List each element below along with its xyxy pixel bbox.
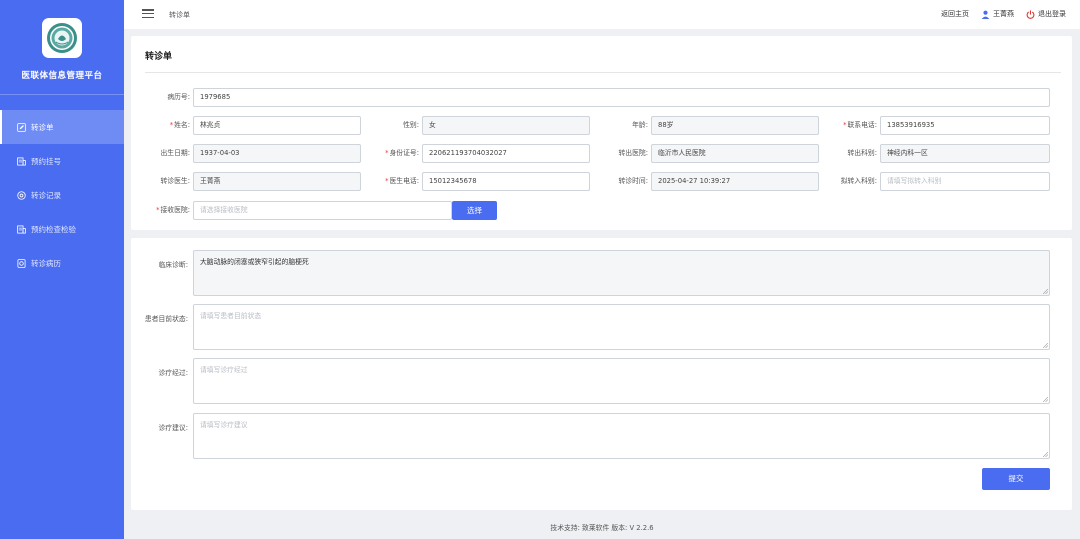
required-mark: * [385,177,389,185]
register-icon [17,156,26,166]
advice-placeholder: 请填写诊疗建议 [200,421,248,429]
gender-field[interactable]: 女 [422,116,590,135]
required-mark: * [843,121,847,129]
power-icon [1026,9,1035,19]
medical-record-label: 病历号: [167,93,190,101]
select-hospital-button[interactable]: 选择 [452,201,497,220]
home-link[interactable]: 返回主页 [941,9,969,19]
submit-button[interactable]: 提交 [982,468,1050,490]
phone-field[interactable]: 13853916935 [880,116,1050,135]
birth-field[interactable]: 1937-04-03 [193,144,361,163]
target-dept-input[interactable]: 请填写拟转入科别 [880,172,1050,191]
birth-label: 出生日期: [160,149,190,157]
age-field[interactable]: 88岁 [651,116,819,135]
breadcrumb: 转诊单 [169,11,190,19]
status-placeholder: 请填写患者目前状态 [200,312,262,320]
age-label: 年龄: [632,121,648,129]
name-label: *姓名: [169,121,190,129]
logout-label: 退出登录 [1038,10,1066,18]
user-name: 王菁燕 [993,10,1014,18]
name-field[interactable]: 林兆贞 [193,116,361,135]
target-hospital-input[interactable]: 请选择接收医院 [193,201,452,220]
sidebar: 医联体信息管理平台 转诊单 预约挂号 转诊记录 预约检查检验 转诊病历 [0,0,124,539]
sidebar-item-exam-booking[interactable]: 预约检查检验 [0,212,124,246]
page-title: 转诊单 [145,52,173,62]
sidebar-divider [0,94,124,95]
gender-label: 性别: [403,121,419,129]
status-textarea[interactable]: 请填写患者目前状态 [193,304,1050,350]
sidebar-item-label: 转诊记录 [31,190,61,200]
id-label: *身份证号: [385,149,419,157]
doctor-phone-field[interactable]: 15012345678 [422,172,590,191]
phone-label: *联系电话: [843,121,877,129]
resize-handle-icon[interactable] [1043,397,1048,402]
home-link-label: 返回主页 [941,10,969,18]
user-icon [981,10,990,19]
medical-record-field[interactable]: 1979685 [193,88,1050,107]
from-hospital-field[interactable]: 临沂市人民医院 [651,144,819,163]
required-mark: * [169,121,174,129]
diagnosis-label: 临床诊断: [158,261,188,269]
sidebar-item-label: 预约挂号 [31,156,61,166]
logout-link[interactable]: 退出登录 [1026,9,1066,19]
resize-handle-icon[interactable] [1043,343,1048,348]
sidebar-item-label: 预约检查检验 [31,224,76,234]
advice-label: 诊疗建议: [158,424,188,432]
top-actions: 返回主页 王菁燕 退出登录 [929,9,1066,19]
status-label: 患者目前状态: [144,315,188,323]
sidebar-item-label: 转诊病历 [31,258,61,268]
edit-icon [17,122,26,132]
id-field[interactable]: 220621193704032027 [422,144,590,163]
referral-time-label: 转诊时间: [618,177,648,185]
target-hospital-label: *接收医院: [156,206,190,214]
top-bar: 转诊单 返回主页 王菁燕 退出登录 [124,0,1080,29]
required-mark: * [156,206,160,214]
from-dept-field[interactable]: 神经内科一区 [880,144,1050,163]
sidebar-item-referral-case[interactable]: 转诊病历 [0,246,124,280]
advice-textarea[interactable]: 请填写诊疗建议 [193,413,1050,459]
sidebar-item-referral-form[interactable]: 转诊单 [0,110,124,144]
platform-title: 医联体信息管理平台 [21,71,103,81]
case-icon [17,258,26,268]
referral-info-panel: 转诊单 病历号: 1979685 *姓名: 林兆贞 性别: 女 年龄: 88岁 … [131,36,1072,230]
from-hospital-label: 转出医院: [618,149,648,157]
title-divider [145,72,1061,73]
diagnosis-text: 大脑动脉的闭塞或狭窄引起的脑梗死 [200,258,309,266]
process-label: 诊疗经过: [158,369,188,377]
referral-time-field[interactable]: 2025-04-27 10:39:27 [651,172,819,191]
from-dept-label: 转出科别: [847,149,877,157]
clinical-info-panel: 临床诊断: 大脑动脉的闭塞或狭窄引起的脑梗死 患者目前状态: 请填写患者目前状态… [131,238,1072,510]
process-textarea[interactable]: 请填写诊疗经过 [193,358,1050,404]
resize-handle-icon[interactable] [1043,452,1048,457]
sidebar-nav: 转诊单 预约挂号 转诊记录 预约检查检验 转诊病历 [0,110,124,280]
sidebar-item-referral-records[interactable]: 转诊记录 [0,178,124,212]
required-mark: * [385,149,389,157]
doctor-field[interactable]: 王菁燕 [193,172,361,191]
platform-logo [42,18,82,58]
menu-toggle-icon[interactable] [142,9,154,19]
doctor-phone-label: *医生电话: [385,177,419,185]
target-dept-label: 拟转入科别: [840,177,877,185]
diagnosis-textarea[interactable]: 大脑动脉的闭塞或狭窄引起的脑梗死 [193,250,1050,296]
exam-icon [17,224,26,234]
footer: 技术支持: 致莱软件 版本: V 2.2.6 [550,524,654,532]
logo-emblem-icon [47,23,77,53]
sidebar-item-appointment[interactable]: 预约挂号 [0,144,124,178]
sidebar-item-label: 转诊单 [31,122,54,132]
user-menu[interactable]: 王菁燕 [981,9,1014,19]
doctor-label: 转诊医生: [160,177,190,185]
resize-handle-icon[interactable] [1043,289,1048,294]
process-placeholder: 请填写诊疗经过 [200,366,248,374]
record-icon [17,190,26,200]
